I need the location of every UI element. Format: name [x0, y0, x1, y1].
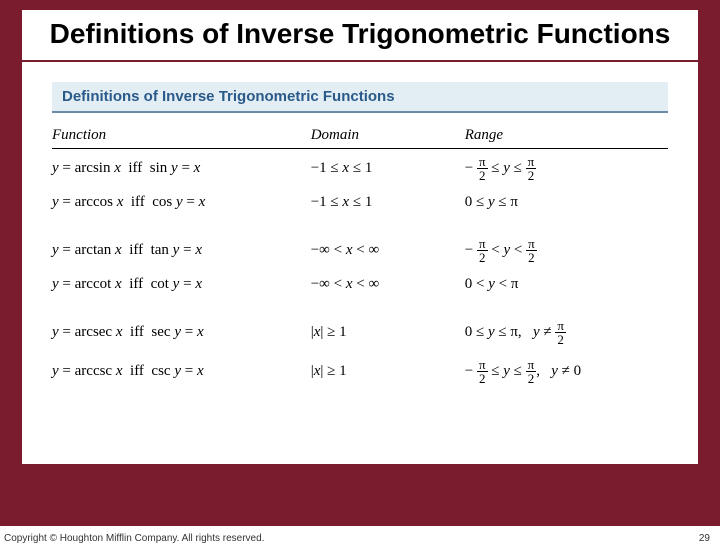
cell-function: y = arctan x iff tan y = x	[52, 231, 311, 270]
cell-domain: −∞ < x < ∞	[311, 231, 465, 270]
table-row: y = arccsc x iff csc y = x|x| ≥ 1− π2 ≤ …	[52, 352, 668, 391]
table-row: y = arccot x iff cot y = x−∞ < x < ∞0 < …	[52, 270, 668, 299]
table-row: y = arcsin x iff sin y = x−1 ≤ x ≤ 1− π2…	[52, 149, 668, 189]
cell-domain: |x| ≥ 1	[311, 313, 465, 352]
definitions-box-title: Definitions of Inverse Trigonometric Fun…	[52, 82, 668, 113]
cell-range: 0 ≤ y ≤ π, y ≠ π2	[465, 313, 668, 352]
cell-domain: |x| ≥ 1	[311, 352, 465, 391]
cell-range: 0 < y < π	[465, 270, 668, 299]
slide-title: Definitions of Inverse Trigonometric Fun…	[32, 18, 688, 50]
cell-function: y = arcsin x iff sin y = x	[52, 149, 311, 189]
cell-domain: −∞ < x < ∞	[311, 270, 465, 299]
cell-range: − π2 ≤ y ≤ π2	[465, 149, 668, 189]
cell-range: − π2 ≤ y ≤ π2, y ≠ 0	[465, 352, 668, 391]
cell-function: y = arccos x iff cos y = x	[52, 188, 311, 217]
cell-function: y = arccsc x iff csc y = x	[52, 352, 311, 391]
cell-domain: −1 ≤ x ≤ 1	[311, 149, 465, 189]
slide-title-bar: Definitions of Inverse Trigonometric Fun…	[22, 10, 698, 60]
content-panel: Definitions of Inverse Trigonometric Fun…	[22, 62, 698, 464]
cell-domain: −1 ≤ x ≤ 1	[311, 188, 465, 217]
cell-function: y = arccot x iff cot y = x	[52, 270, 311, 299]
table-row: y = arcsec x iff sec y = x|x| ≥ 10 ≤ y ≤…	[52, 313, 668, 352]
copyright-text: Copyright © Houghton Mifflin Company. Al…	[4, 533, 264, 544]
cell-function: y = arcsec x iff sec y = x	[52, 313, 311, 352]
header-range: Range	[465, 127, 668, 149]
cell-range: − π2 < y < π2	[465, 231, 668, 270]
header-domain: Domain	[311, 127, 465, 149]
table-row: y = arctan x iff tan y = x−∞ < x < ∞− π2…	[52, 231, 668, 270]
slide-footer: Copyright © Houghton Mifflin Company. Al…	[0, 526, 720, 550]
table-header-row: Function Domain Range	[52, 127, 668, 149]
header-function: Function	[52, 127, 311, 149]
table-row: y = arccos x iff cos y = x−1 ≤ x ≤ 10 ≤ …	[52, 188, 668, 217]
cell-range: 0 ≤ y ≤ π	[465, 188, 668, 217]
definitions-table: Function Domain Range y = arcsin x iff s…	[52, 127, 668, 391]
page-number: 29	[699, 533, 710, 544]
